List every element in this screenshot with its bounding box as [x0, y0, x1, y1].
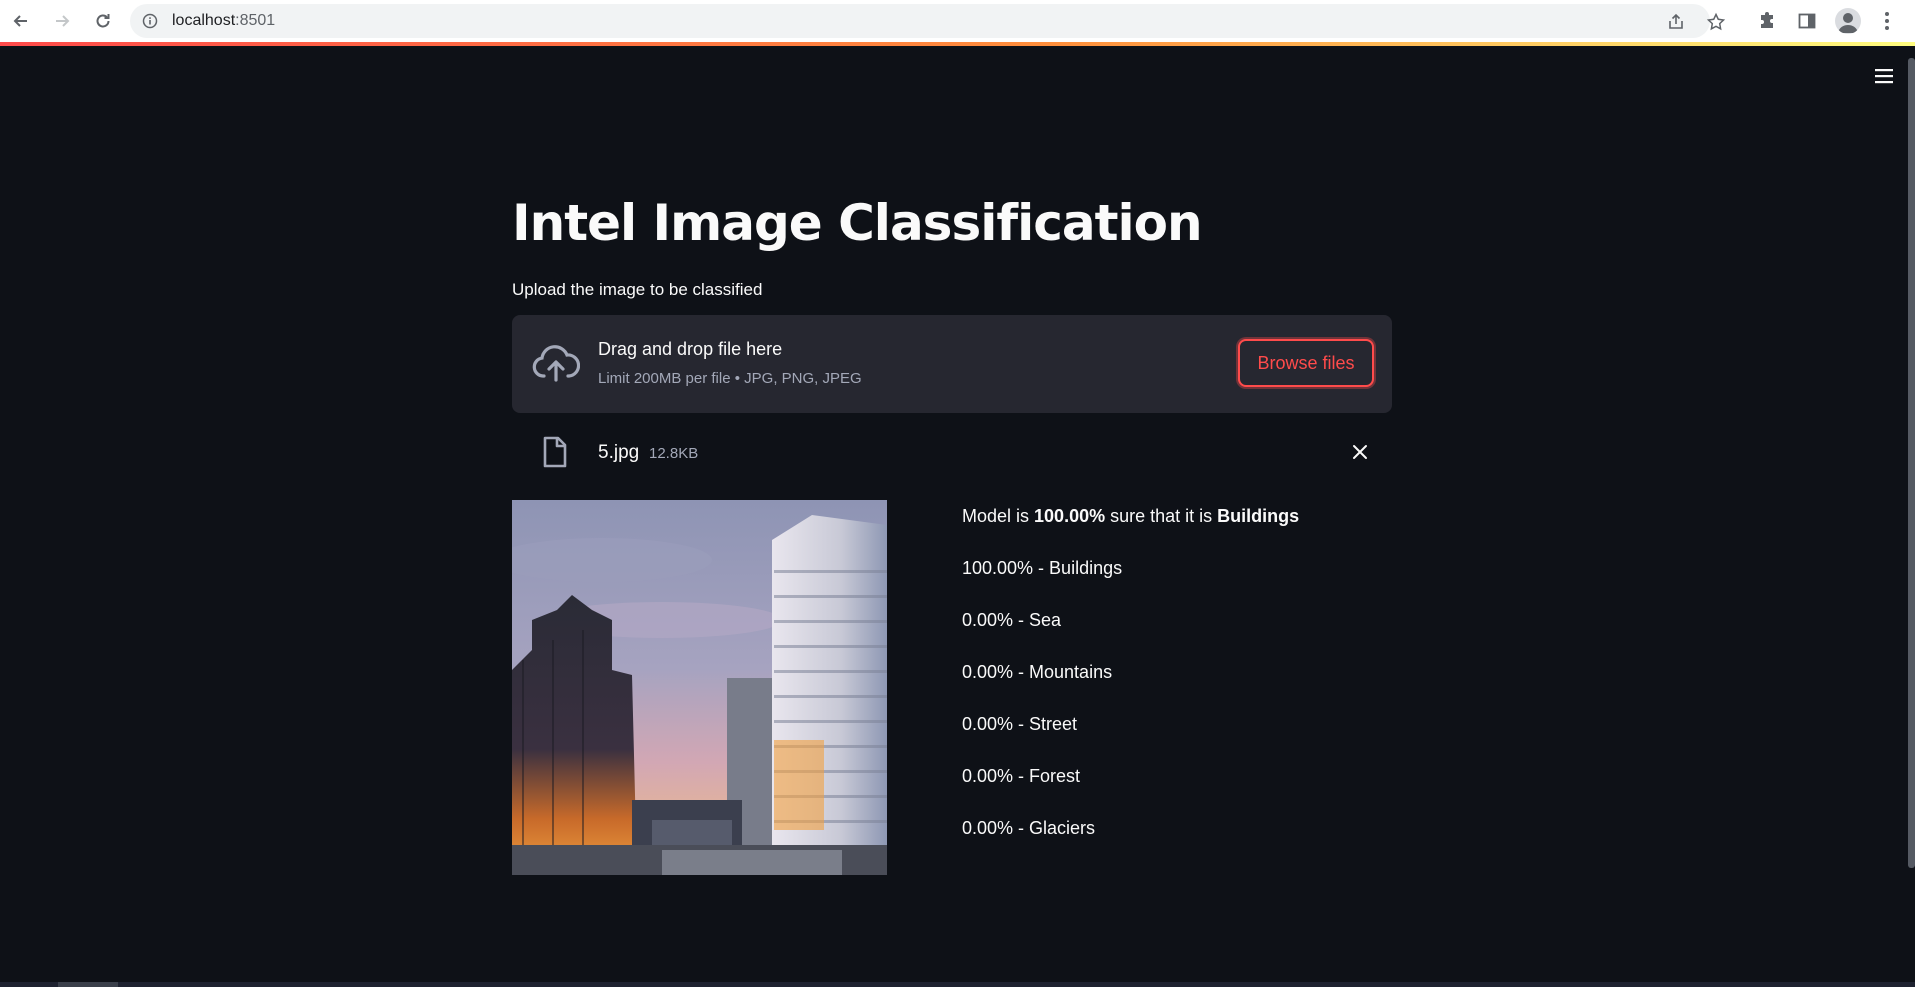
- probability-item: 0.00% - Glaciers: [962, 818, 1096, 838]
- probability-item: 0.00% - Street: [962, 714, 1078, 734]
- uploader-label: Upload the image to be classified: [512, 280, 763, 299]
- file-dropzone[interactable]: Drag and drop file here Limit 200MB per …: [512, 315, 1392, 413]
- bottom-scrollbar[interactable]: [0, 982, 1915, 987]
- uploaded-file-row: 5.jpg 12.8KB: [512, 434, 1392, 480]
- file-icon: [542, 436, 568, 468]
- profile-icon[interactable]: [1835, 8, 1861, 34]
- url-port: :8501: [235, 12, 276, 29]
- forward-icon[interactable]: [49, 8, 75, 34]
- hamburger-menu-icon[interactable]: [1872, 64, 1896, 88]
- probability-item: 0.00% - Forest: [962, 766, 1081, 786]
- browser-toolbar: localhost:8501: [0, 0, 1915, 42]
- url-host: localhost: [172, 12, 236, 29]
- probability-item: 0.00% - Mountains: [962, 662, 1113, 682]
- cloud-upload-icon: [532, 345, 581, 383]
- close-icon[interactable]: [1350, 442, 1370, 462]
- side-panel-icon[interactable]: [1795, 9, 1819, 33]
- uploaded-image-preview: [512, 500, 887, 875]
- menu-kebab-icon[interactable]: [1875, 9, 1899, 33]
- prediction-confidence: 100.00%: [1034, 506, 1106, 526]
- prediction-label: Buildings: [1217, 506, 1300, 526]
- prediction-prefix: Model is: [962, 506, 1035, 526]
- page-title: Intel Image Classification: [512, 194, 1203, 252]
- probability-item: 100.00% - Buildings: [962, 558, 1123, 578]
- uploaded-file-size: 12.8KB: [649, 445, 699, 462]
- uploaded-file-name: 5.jpg: [598, 442, 640, 463]
- probability-item: 0.00% - Sea: [962, 610, 1062, 630]
- share-icon[interactable]: [1666, 12, 1686, 32]
- prediction-middle: sure that it is: [1105, 506, 1218, 526]
- url-text: localhost:8501: [172, 12, 275, 30]
- star-icon[interactable]: [1706, 12, 1726, 32]
- site-info-icon[interactable]: [142, 13, 158, 29]
- extensions-icon[interactable]: [1755, 9, 1779, 33]
- prediction-summary: Model is 100.00% sure that it is Buildin…: [962, 506, 1299, 527]
- browse-files-button[interactable]: Browse files: [1238, 339, 1374, 387]
- back-icon[interactable]: [8, 8, 34, 34]
- app-header-decoration: [0, 42, 1915, 46]
- reload-icon[interactable]: [90, 8, 116, 34]
- dropzone-title: Drag and drop file here: [598, 339, 783, 359]
- dropzone-limits: Limit 200MB per file • JPG, PNG, JPEG: [598, 370, 862, 387]
- scrollbar[interactable]: [1908, 58, 1915, 868]
- address-bar[interactable]: localhost:8501: [130, 4, 1726, 38]
